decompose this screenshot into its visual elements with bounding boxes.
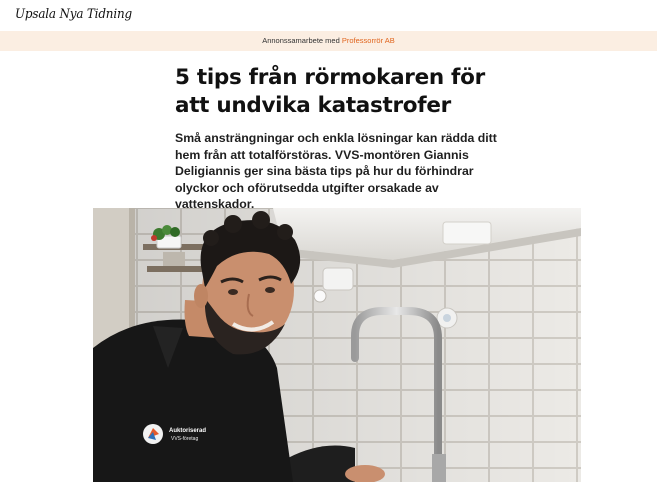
site-logo[interactable]: Upsala Nya Tidning (15, 7, 132, 22)
ad-sponsor-link[interactable]: Professorrör AB (342, 36, 395, 45)
article-headline: 5 tips från rörmokaren för att undvika k… (175, 65, 485, 118)
ad-banner-prefix: Annonssamarbete med (262, 36, 340, 45)
article-lead: Små ansträngningar och enkla lösningar k… (175, 131, 497, 211)
shirt-logo-line1: Auktoriserad (169, 428, 206, 434)
ad-banner: Annonssamarbete med Professorrör AB (0, 31, 657, 51)
article-hero-image: Auktoriserad VVS-företag (93, 208, 581, 482)
plumber-photo: Auktoriserad VVS-företag (93, 208, 581, 482)
site-header: Upsala Nya Tidning (0, 0, 657, 32)
shirt-logo-line2: VVS-företag (171, 436, 198, 442)
